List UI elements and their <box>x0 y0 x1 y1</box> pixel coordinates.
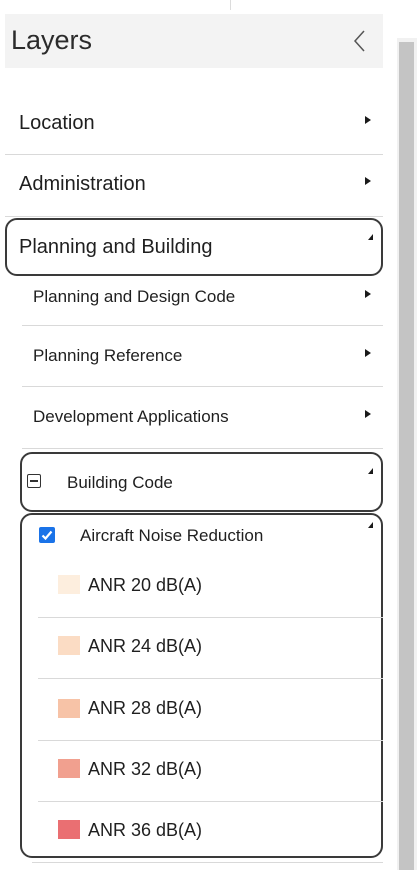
legend-label: ANR 20 dB(A) <box>88 575 203 595</box>
scrollbar[interactable] <box>397 38 417 870</box>
legend-swatch <box>58 699 80 718</box>
layer-item-location[interactable]: Location <box>5 94 383 154</box>
legend-label: ANR 28 dB(A) <box>88 698 203 718</box>
layer-item-label: Aircraft Noise Reduction <box>80 526 264 545</box>
layer-item-planning-reference[interactable]: Planning Reference <box>5 326 383 386</box>
scrollbar-thumb[interactable] <box>399 42 414 870</box>
caret-right-icon <box>365 410 371 418</box>
layer-item-label: Administration <box>19 173 146 195</box>
caret-up-icon <box>368 522 373 528</box>
top-divider <box>230 0 231 10</box>
layer-item-label: Building Code <box>67 473 173 492</box>
panel-title: Layers <box>11 25 93 55</box>
legend-item: ANR 32 dB(A) <box>20 741 383 801</box>
legend-label: ANR 36 dB(A) <box>88 820 203 840</box>
layer-item-administration[interactable]: Administration <box>5 155 383 215</box>
layer-item-label: Planning and Building <box>19 236 213 258</box>
caret-right-icon <box>365 116 371 124</box>
legend-label: ANR 32 dB(A) <box>88 759 203 779</box>
layer-item-label: Location <box>19 112 95 134</box>
caret-up-icon <box>368 234 373 240</box>
layer-item-planning-and-design-code[interactable]: Planning and Design Code <box>5 278 383 326</box>
layer-item-label: Planning and Design Code <box>33 287 236 306</box>
layers-header: Layers <box>5 14 383 68</box>
layer-item-aircraft-noise-reduction[interactable]: Aircraft Noise Reduction <box>20 515 383 557</box>
chevron-left-icon <box>353 30 365 52</box>
divider <box>32 862 383 863</box>
layer-item-development-applications[interactable]: Development Applications <box>5 387 383 447</box>
divider <box>22 448 383 449</box>
layer-item-label: Planning Reference <box>33 346 183 365</box>
legend-swatch <box>58 575 80 594</box>
layer-item-building-code[interactable]: Building Code <box>20 452 383 512</box>
legend-item: ANR 20 dB(A) <box>20 557 383 617</box>
caret-up-icon <box>368 468 373 474</box>
collapse-panel-button[interactable] <box>349 26 371 56</box>
legend-item: ANR 36 dB(A) <box>20 802 383 857</box>
divider <box>5 216 383 217</box>
layer-item-planning-and-building[interactable]: Planning and Building <box>5 218 383 276</box>
legend-label: ANR 24 dB(A) <box>88 636 203 656</box>
legend-item: ANR 24 dB(A) <box>20 618 383 678</box>
checked-checkbox[interactable] <box>39 527 55 543</box>
legend-item: ANR 28 dB(A) <box>20 679 383 739</box>
caret-right-icon <box>365 177 371 185</box>
layer-item-label: Development Applications <box>33 407 229 426</box>
caret-right-icon <box>365 290 371 298</box>
legend-swatch <box>58 820 80 839</box>
collapse-minus-icon[interactable] <box>27 474 41 488</box>
checkmark-icon <box>41 530 53 541</box>
legend-swatch <box>58 636 80 655</box>
legend-swatch <box>58 759 80 778</box>
caret-right-icon <box>365 349 371 357</box>
